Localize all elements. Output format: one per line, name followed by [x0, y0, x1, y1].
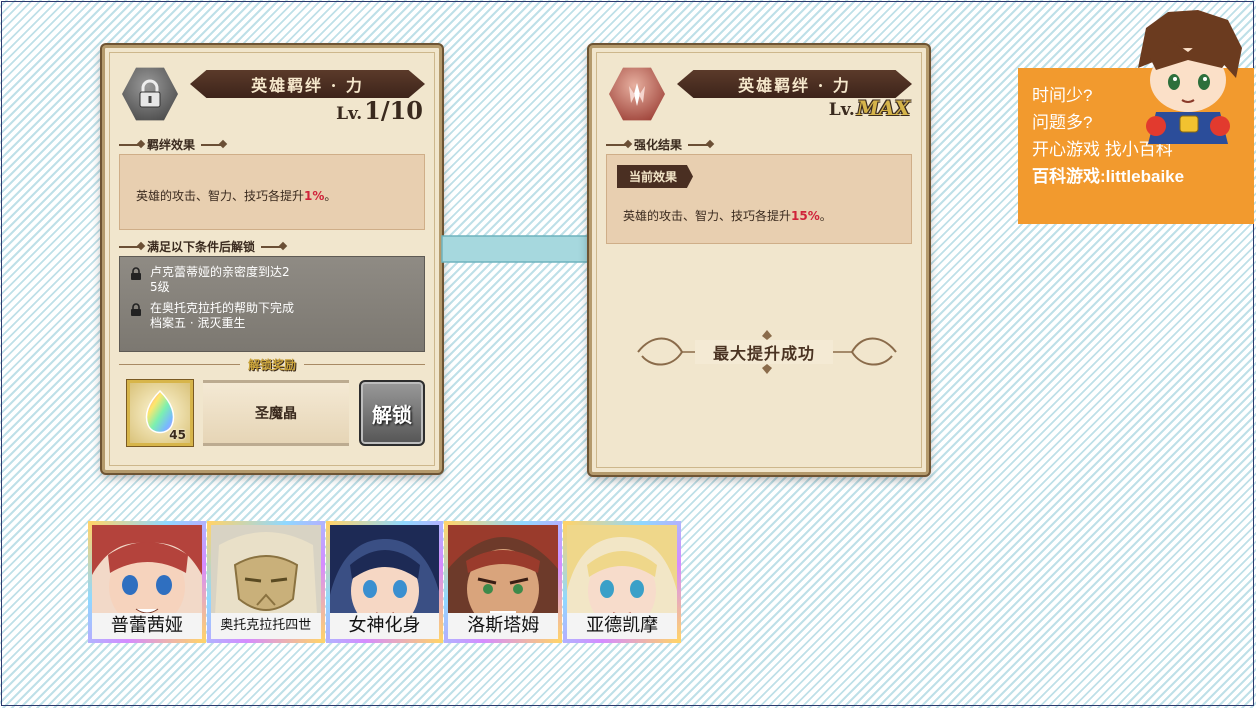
lock-icon — [131, 267, 141, 280]
reward-count: 45 — [169, 428, 186, 442]
hero-name: 洛斯塔姆 — [448, 613, 559, 639]
hero-name: 女神化身 — [329, 613, 440, 639]
lock-emblem — [122, 66, 178, 122]
condition-list: 卢克蕾蒂娅的亲密度到达2 5级 在奥托克拉托的帮助下完成 档案五 · 泯灭重生 — [119, 256, 425, 352]
bond-emblem — [609, 66, 665, 122]
result-header-text: 强化结果 — [634, 138, 683, 152]
reward-item-slot[interactable]: 45 — [127, 380, 193, 446]
lock-icon — [131, 303, 141, 316]
hero-strip: 普蕾茜娅 奥托克拉托四世 女神化身 洛斯塔姆 亚德凯摩 — [88, 521, 682, 643]
max-banner-text: 最大提升成功 — [694, 340, 833, 364]
level-display: Lv. 1/10 — [336, 96, 423, 125]
promo-line-4: 百科游戏:littlebaike — [1032, 167, 1185, 186]
level-label: Lv. — [828, 100, 855, 120]
panel-title: 英雄羁绊 · 力 — [190, 70, 425, 98]
level-display: Lv. MAX — [829, 96, 910, 120]
hero-card[interactable]: 奥托克拉托四世 — [206, 521, 325, 643]
condition-header-text: 满足以下条件后解锁 — [147, 240, 256, 254]
current-effect-tag: 当前效果 — [617, 165, 694, 188]
hero-name: 亚德凯摩 — [567, 613, 677, 639]
condition-text: 在奥托克拉托的帮助下完成 档案五 · 泯灭重生 — [150, 301, 295, 330]
reward-name: 圣魔晶 — [203, 380, 349, 446]
current-effect-box: 当前效果 英雄的攻击、智力、技巧各提升15%。 — [606, 154, 912, 244]
level-max: MAX — [856, 96, 910, 120]
hero-name: 普蕾茜娅 — [92, 613, 202, 639]
hero-card[interactable]: 亚德凯摩 — [563, 521, 681, 643]
effect-box: 英雄的攻击、智力、技巧各提升1%。 — [119, 154, 425, 230]
hero-card[interactable]: 洛斯塔姆 — [444, 521, 563, 643]
hero-card[interactable]: 普蕾茜娅 — [88, 521, 206, 643]
claw-icon — [629, 83, 645, 106]
bond-panel-locked: 英雄羁绊 · 力 Lv. 1/10 羁绊效果 英雄的攻击、智力、技巧各提升1%。… — [102, 45, 442, 473]
panel-title: 英雄羁绊 · 力 — [677, 70, 912, 98]
unlock-button[interactable]: 解锁 — [359, 380, 425, 446]
bond-panel-max: 英雄羁绊 · 力 Lv. MAX 强化结果 当前效果 英雄的攻击、智力、技巧各提… — [589, 45, 929, 475]
effect-suffix: 。 — [324, 189, 337, 203]
effect-text: 英雄的攻击、智力、技巧各提升 — [623, 209, 792, 223]
condition-item: 在奥托克拉托的帮助下完成 档案五 · 泯灭重生 — [130, 301, 414, 331]
level-label: Lv. — [336, 104, 363, 124]
hero-name: 奥托克拉托四世 — [210, 613, 321, 639]
effect-section-header: 羁绊效果 — [119, 136, 224, 153]
condition-section-header: 满足以下条件后解锁 — [119, 238, 284, 255]
reward-header: 解锁奖励 — [119, 356, 426, 373]
effect-suffix: 。 — [819, 209, 832, 223]
mascot-icon — [1138, 10, 1242, 144]
level-value: 1/10 — [364, 96, 423, 125]
max-success-banner: 最大提升成功 — [632, 328, 897, 376]
reward-label: 解锁奖励 — [248, 358, 297, 372]
result-section-header: 强化结果 — [606, 136, 711, 153]
effect-text: 英雄的攻击、智力、技巧各提升 — [136, 189, 305, 203]
condition-item: 卢克蕾蒂娅的亲密度到达2 5级 — [130, 265, 414, 295]
effect-header-text: 羁绊效果 — [147, 138, 196, 152]
effect-percent: 15% — [791, 209, 820, 223]
effect-percent: 1% — [304, 189, 325, 203]
padlock-icon — [139, 79, 161, 108]
condition-text: 卢克蕾蒂娅的亲密度到达2 5级 — [150, 265, 290, 294]
hero-card[interactable]: 女神化身 — [325, 521, 444, 643]
